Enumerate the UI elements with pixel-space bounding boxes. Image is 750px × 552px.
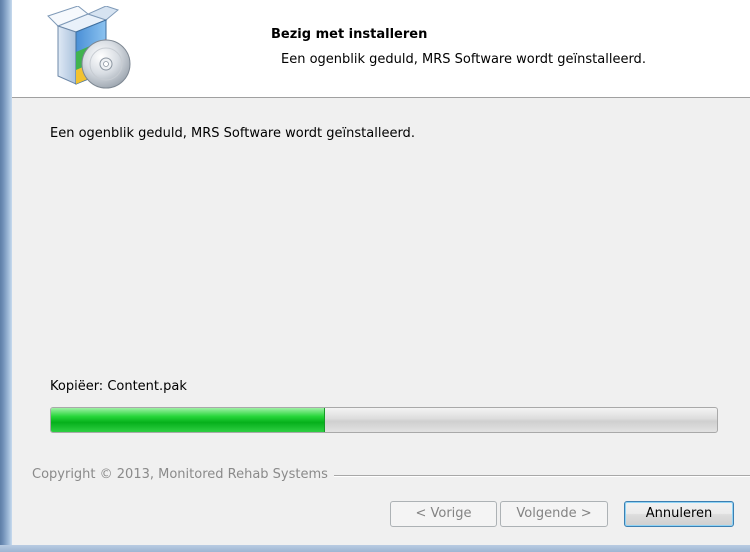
banner-title: Bezig met installeren xyxy=(271,27,428,42)
cancel-button[interactable]: Annuleren xyxy=(624,501,734,527)
install-progress-bar xyxy=(50,407,718,433)
banner-subtitle: Een ogenblik geduld, MRS Software wordt … xyxy=(281,52,646,67)
current-action-label: Kopiëer: Content.pak xyxy=(50,379,187,394)
copyright-divider: Copyright © 2013, Monitored Rehab System… xyxy=(32,467,750,483)
copyright-text: Copyright © 2013, Monitored Rehab System… xyxy=(32,467,334,482)
header-banner: Bezig met installeren Een ogenblik gedul… xyxy=(12,0,750,98)
installer-window: Bezig met installeren Een ogenblik gedul… xyxy=(0,0,750,552)
window-frame-bottom xyxy=(0,545,750,552)
progress-fill xyxy=(51,408,326,432)
status-text: Een ogenblik geduld, MRS Software wordt … xyxy=(50,126,415,141)
back-button[interactable]: < Vorige xyxy=(390,501,497,527)
next-button[interactable]: Volgende > xyxy=(500,501,608,527)
window-frame-left xyxy=(0,0,12,552)
installer-package-cd-icon xyxy=(47,6,131,89)
